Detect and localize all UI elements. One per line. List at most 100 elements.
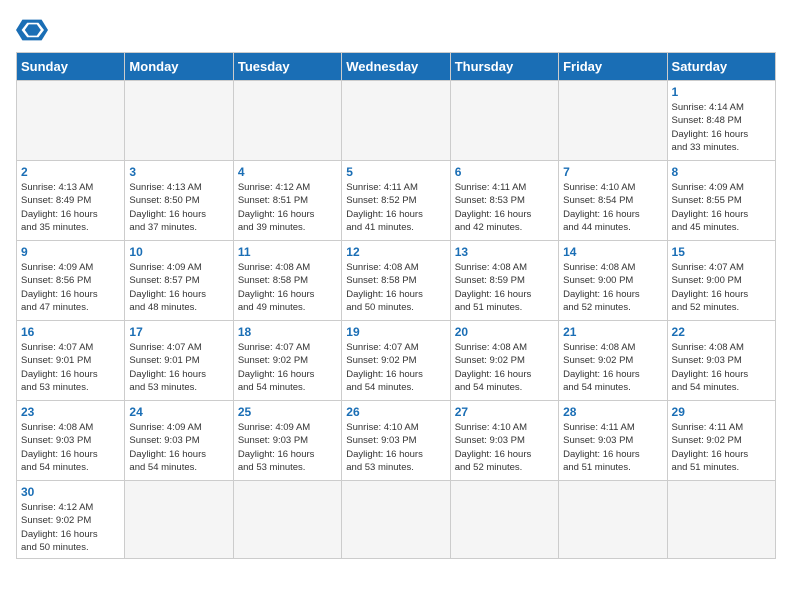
day-info: Sunrise: 4:09 AMSunset: 8:57 PMDaylight:… (129, 261, 228, 314)
day-number: 25 (238, 405, 337, 419)
day-number: 7 (563, 165, 662, 179)
calendar-cell: 4Sunrise: 4:12 AMSunset: 8:51 PMDaylight… (233, 161, 341, 241)
day-number: 15 (672, 245, 771, 259)
day-number: 16 (21, 325, 120, 339)
calendar-cell: 24Sunrise: 4:09 AMSunset: 9:03 PMDayligh… (125, 401, 233, 481)
calendar-cell: 29Sunrise: 4:11 AMSunset: 9:02 PMDayligh… (667, 401, 775, 481)
day-info: Sunrise: 4:07 AMSunset: 9:00 PMDaylight:… (672, 261, 771, 314)
day-number: 20 (455, 325, 554, 339)
header-monday: Monday (125, 53, 233, 81)
weekday-header-row: Sunday Monday Tuesday Wednesday Thursday… (17, 53, 776, 81)
calendar-week-row: 2 Sunrise: 4:13 AMSunset: 8:49 PMDaylight… (17, 161, 776, 241)
calendar-cell: 16Sunrise: 4:07 AMSunset: 9:01 PMDayligh… (17, 321, 125, 401)
header-thursday: Thursday (450, 53, 558, 81)
calendar-cell (450, 481, 558, 559)
calendar-cell: 26Sunrise: 4:10 AMSunset: 9:03 PMDayligh… (342, 401, 450, 481)
calendar-cell: 11 Sunrise: 4:08 AMSunset: 8:58 PMDayligh… (233, 241, 341, 321)
day-number: 21 (563, 325, 662, 339)
calendar-cell: 25 Sunrise: 4:09 AMSunset: 9:03 PMDayligh… (233, 401, 341, 481)
calendar-cell (233, 81, 341, 161)
calendar-cell (342, 481, 450, 559)
day-info: Sunrise: 4:13 AMSunset: 8:50 PMDaylight:… (129, 181, 228, 234)
day-number: 13 (455, 245, 554, 259)
calendar-cell: 15 Sunrise: 4:07 AMSunset: 9:00 PMDayligh… (667, 241, 775, 321)
header-sunday: Sunday (17, 53, 125, 81)
calendar-cell: 1 Sunrise: 4:14 AMSunset: 8:48 PMDaylight… (667, 81, 775, 161)
day-info: Sunrise: 4:11 AMSunset: 8:53 PMDaylight:… (455, 181, 554, 234)
day-number: 4 (238, 165, 337, 179)
calendar-cell (450, 81, 558, 161)
day-number: 22 (672, 325, 771, 339)
calendar-cell: 20Sunrise: 4:08 AMSunset: 9:02 PMDayligh… (450, 321, 558, 401)
day-info: Sunrise: 4:08 AMSunset: 9:03 PMDaylight:… (672, 341, 771, 394)
calendar-cell (559, 81, 667, 161)
day-number: 10 (129, 245, 228, 259)
header-saturday: Saturday (667, 53, 775, 81)
calendar-cell (125, 481, 233, 559)
day-number: 9 (21, 245, 120, 259)
day-number: 18 (238, 325, 337, 339)
day-info: Sunrise: 4:09 AMSunset: 9:03 PMDaylight:… (238, 421, 337, 474)
day-number: 14 (563, 245, 662, 259)
calendar-cell (233, 481, 341, 559)
day-number: 12 (346, 245, 445, 259)
calendar-table: Sunday Monday Tuesday Wednesday Thursday… (16, 52, 776, 559)
header-friday: Friday (559, 53, 667, 81)
day-info: Sunrise: 4:14 AMSunset: 8:48 PMDaylight:… (672, 101, 771, 154)
calendar-week-row: 23 Sunrise: 4:08 AMSunset: 9:03 PMDayligh… (17, 401, 776, 481)
calendar-cell: 3 Sunrise: 4:13 AMSunset: 8:50 PMDaylight… (125, 161, 233, 241)
calendar-cell (17, 81, 125, 161)
calendar-cell: 13 Sunrise: 4:08 AMSunset: 8:59 PMDayligh… (450, 241, 558, 321)
calendar-cell: 19 Sunrise: 4:07 AMSunset: 9:02 PMDayligh… (342, 321, 450, 401)
day-info: Sunrise: 4:12 AMSunset: 9:02 PMDaylight:… (21, 501, 120, 554)
calendar-cell: 14 Sunrise: 4:08 AMSunset: 9:00 PMDayligh… (559, 241, 667, 321)
logo-icon (16, 16, 48, 44)
day-info: Sunrise: 4:11 AMSunset: 9:03 PMDaylight:… (563, 421, 662, 474)
calendar-cell: 22 Sunrise: 4:08 AMSunset: 9:03 PMDayligh… (667, 321, 775, 401)
day-number: 23 (21, 405, 120, 419)
day-info: Sunrise: 4:07 AMSunset: 9:02 PMDaylight:… (346, 341, 445, 394)
day-info: Sunrise: 4:08 AMSunset: 9:00 PMDaylight:… (563, 261, 662, 314)
logo (16, 16, 52, 44)
day-info: Sunrise: 4:10 AMSunset: 9:03 PMDaylight:… (455, 421, 554, 474)
day-info: Sunrise: 4:11 AMSunset: 8:52 PMDaylight:… (346, 181, 445, 234)
day-info: Sunrise: 4:10 AMSunset: 8:54 PMDaylight:… (563, 181, 662, 234)
calendar-cell: 18 Sunrise: 4:07 AMSunset: 9:02 PMDayligh… (233, 321, 341, 401)
day-number: 8 (672, 165, 771, 179)
day-number: 6 (455, 165, 554, 179)
calendar-cell: 9 Sunrise: 4:09 AMSunset: 8:56 PMDaylight… (17, 241, 125, 321)
calendar-cell (559, 481, 667, 559)
calendar-cell: 12 Sunrise: 4:08 AMSunset: 8:58 PMDayligh… (342, 241, 450, 321)
calendar-week-row: 30Sunrise: 4:12 AMSunset: 9:02 PMDayligh… (17, 481, 776, 559)
day-info: Sunrise: 4:08 AMSunset: 9:03 PMDaylight:… (21, 421, 120, 474)
day-info: Sunrise: 4:09 AMSunset: 8:55 PMDaylight:… (672, 181, 771, 234)
day-info: Sunrise: 4:08 AMSunset: 8:59 PMDaylight:… (455, 261, 554, 314)
calendar-cell: 23 Sunrise: 4:08 AMSunset: 9:03 PMDayligh… (17, 401, 125, 481)
calendar-cell: 10 Sunrise: 4:09 AMSunset: 8:57 PMDayligh… (125, 241, 233, 321)
day-info: Sunrise: 4:07 AMSunset: 9:02 PMDaylight:… (238, 341, 337, 394)
day-number: 2 (21, 165, 120, 179)
calendar-cell: 30Sunrise: 4:12 AMSunset: 9:02 PMDayligh… (17, 481, 125, 559)
day-info: Sunrise: 4:07 AMSunset: 9:01 PMDaylight:… (129, 341, 228, 394)
calendar-cell: 28Sunrise: 4:11 AMSunset: 9:03 PMDayligh… (559, 401, 667, 481)
day-number: 5 (346, 165, 445, 179)
calendar-cell (667, 481, 775, 559)
day-number: 17 (129, 325, 228, 339)
day-info: Sunrise: 4:13 AMSunset: 8:49 PMDaylight:… (21, 181, 120, 234)
day-info: Sunrise: 4:08 AMSunset: 8:58 PMDaylight:… (346, 261, 445, 314)
day-number: 19 (346, 325, 445, 339)
day-info: Sunrise: 4:08 AMSunset: 9:02 PMDaylight:… (563, 341, 662, 394)
day-info: Sunrise: 4:09 AMSunset: 9:03 PMDaylight:… (129, 421, 228, 474)
calendar-week-row: 1 Sunrise: 4:14 AMSunset: 8:48 PMDaylight… (17, 81, 776, 161)
day-number: 1 (672, 85, 771, 99)
calendar-body: 1 Sunrise: 4:14 AMSunset: 8:48 PMDaylight… (17, 81, 776, 559)
calendar-cell: 6 Sunrise: 4:11 AMSunset: 8:53 PMDaylight… (450, 161, 558, 241)
calendar-cell: 7 Sunrise: 4:10 AMSunset: 8:54 PMDaylight… (559, 161, 667, 241)
calendar-cell (342, 81, 450, 161)
calendar-cell: 17 Sunrise: 4:07 AMSunset: 9:01 PMDayligh… (125, 321, 233, 401)
day-info: Sunrise: 4:08 AMSunset: 8:58 PMDaylight:… (238, 261, 337, 314)
day-info: Sunrise: 4:09 AMSunset: 8:56 PMDaylight:… (21, 261, 120, 314)
day-number: 3 (129, 165, 228, 179)
day-number: 11 (238, 245, 337, 259)
day-number: 26 (346, 405, 445, 419)
